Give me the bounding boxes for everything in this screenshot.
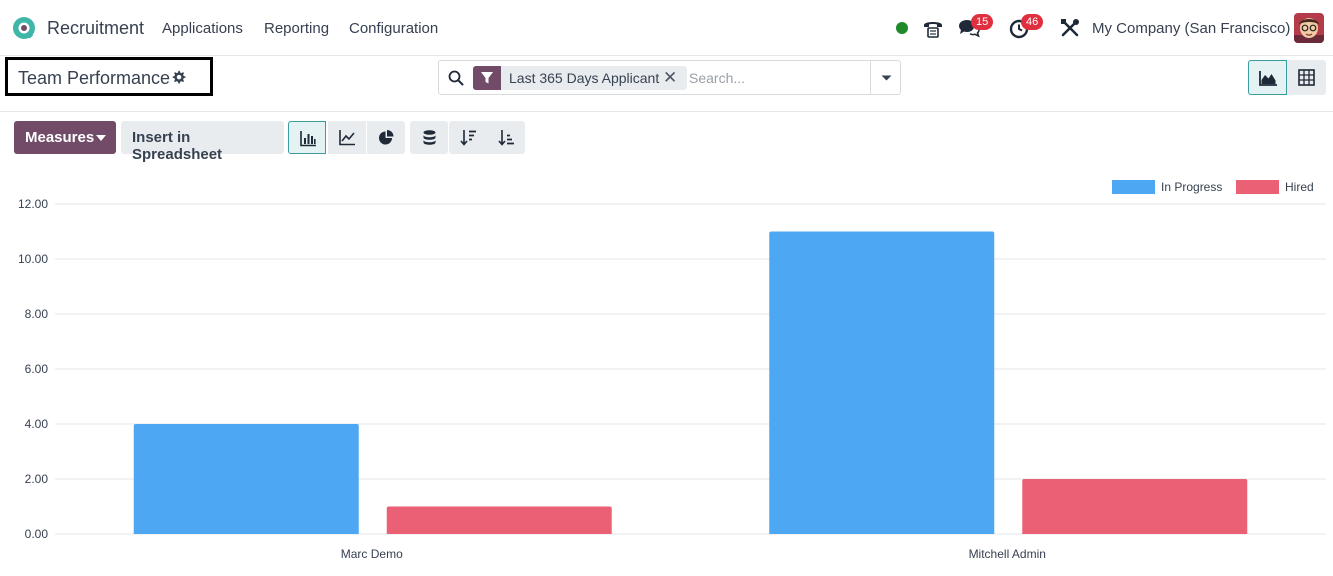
insert-in-spreadsheet-button[interactable]: Insert in Spreadsheet (121, 121, 284, 163)
stacked-button[interactable] (410, 121, 448, 154)
legend-label: In Progress (1161, 180, 1223, 194)
line-chart-button[interactable] (328, 121, 366, 154)
x-tick-label: Marc Demo (341, 547, 403, 561)
pivot-view-icon (1298, 69, 1315, 86)
pivot-view-button[interactable] (1287, 60, 1326, 95)
app-name[interactable]: Recruitment (47, 18, 144, 39)
search-icon (448, 70, 464, 86)
filter-icon (473, 66, 501, 90)
presence-status-indicator[interactable] (896, 22, 908, 34)
company-switcher[interactable]: My Company (San Francisco) (1092, 20, 1290, 37)
y-tick-label: 12.00 (18, 197, 48, 211)
legend-swatch (1236, 180, 1279, 194)
y-tick-label: 8.00 (25, 307, 49, 321)
search-bar: Last 365 Days Applicant ✕ (438, 60, 901, 95)
user-avatar[interactable] (1294, 13, 1324, 43)
bar-in-progress-mitchell-admin[interactable] (769, 231, 995, 535)
bar-chart-icon (300, 131, 316, 147)
line-chart-icon (339, 130, 355, 146)
sort-descending-icon (460, 130, 476, 146)
tools-icon[interactable] (1058, 16, 1082, 40)
phone-icon[interactable] (921, 16, 945, 40)
bar-chart: 0.00 2.00 4.00 6.00 8.00 10.00 12.00 Marc Demo M… (18, 197, 1326, 561)
y-tick-label: 6.00 (25, 362, 49, 376)
facet-label: Last 365 Days Applicant (509, 70, 660, 86)
menu-reporting[interactable]: Reporting (264, 20, 329, 37)
bar-in-progress-marc-demo[interactable] (133, 424, 359, 534)
y-tick-label: 2.00 (25, 472, 49, 486)
y-tick-label: 4.00 (25, 417, 49, 431)
measures-label: Measures (25, 129, 95, 146)
search-input[interactable] (689, 68, 864, 88)
divider (0, 111, 1333, 112)
graph-view-icon (1259, 71, 1277, 86)
legend-swatch (1112, 180, 1155, 194)
sort-ascending-button[interactable] (487, 121, 525, 154)
messages-count-badge: 15 (971, 14, 994, 30)
legend-label: Hired (1285, 180, 1314, 194)
y-tick-label: 10.00 (18, 252, 48, 266)
sort-descending-button[interactable] (449, 121, 487, 154)
search-options-toggle[interactable] (870, 61, 901, 94)
top-navbar: Recruitment Applications Reporting Confi… (0, 0, 1333, 56)
close-icon[interactable]: ✕ (663, 69, 677, 86)
page-title: Team Performance (18, 68, 171, 88)
pie-chart-button[interactable] (367, 121, 405, 154)
caret-down-icon (96, 135, 106, 141)
app-logo-icon[interactable] (12, 16, 36, 40)
bar-hired-marc-demo[interactable] (386, 506, 612, 535)
stacked-icon (423, 130, 436, 145)
activities-count-badge: 46 (1021, 14, 1044, 30)
gear-icon[interactable] (171, 70, 186, 85)
breadcrumb: Team Performance (5, 57, 213, 96)
graph-view-button[interactable] (1248, 60, 1287, 95)
sort-ascending-icon (498, 130, 514, 146)
menu-configuration[interactable]: Configuration (349, 20, 438, 37)
pie-chart-icon (379, 130, 394, 145)
bar-chart-button[interactable] (288, 121, 326, 154)
y-tick-label: 0.00 (25, 527, 49, 541)
menu-applications[interactable]: Applications (162, 20, 243, 37)
search-facet[interactable]: Last 365 Days Applicant ✕ (473, 66, 687, 90)
insert-label: Insert in Spreadsheet (132, 129, 223, 163)
measures-button[interactable]: Measures (14, 121, 116, 154)
caret-down-icon (881, 75, 892, 81)
x-tick-label: Mitchell Admin (969, 547, 1046, 561)
bar-hired-mitchell-admin[interactable] (1022, 479, 1248, 534)
